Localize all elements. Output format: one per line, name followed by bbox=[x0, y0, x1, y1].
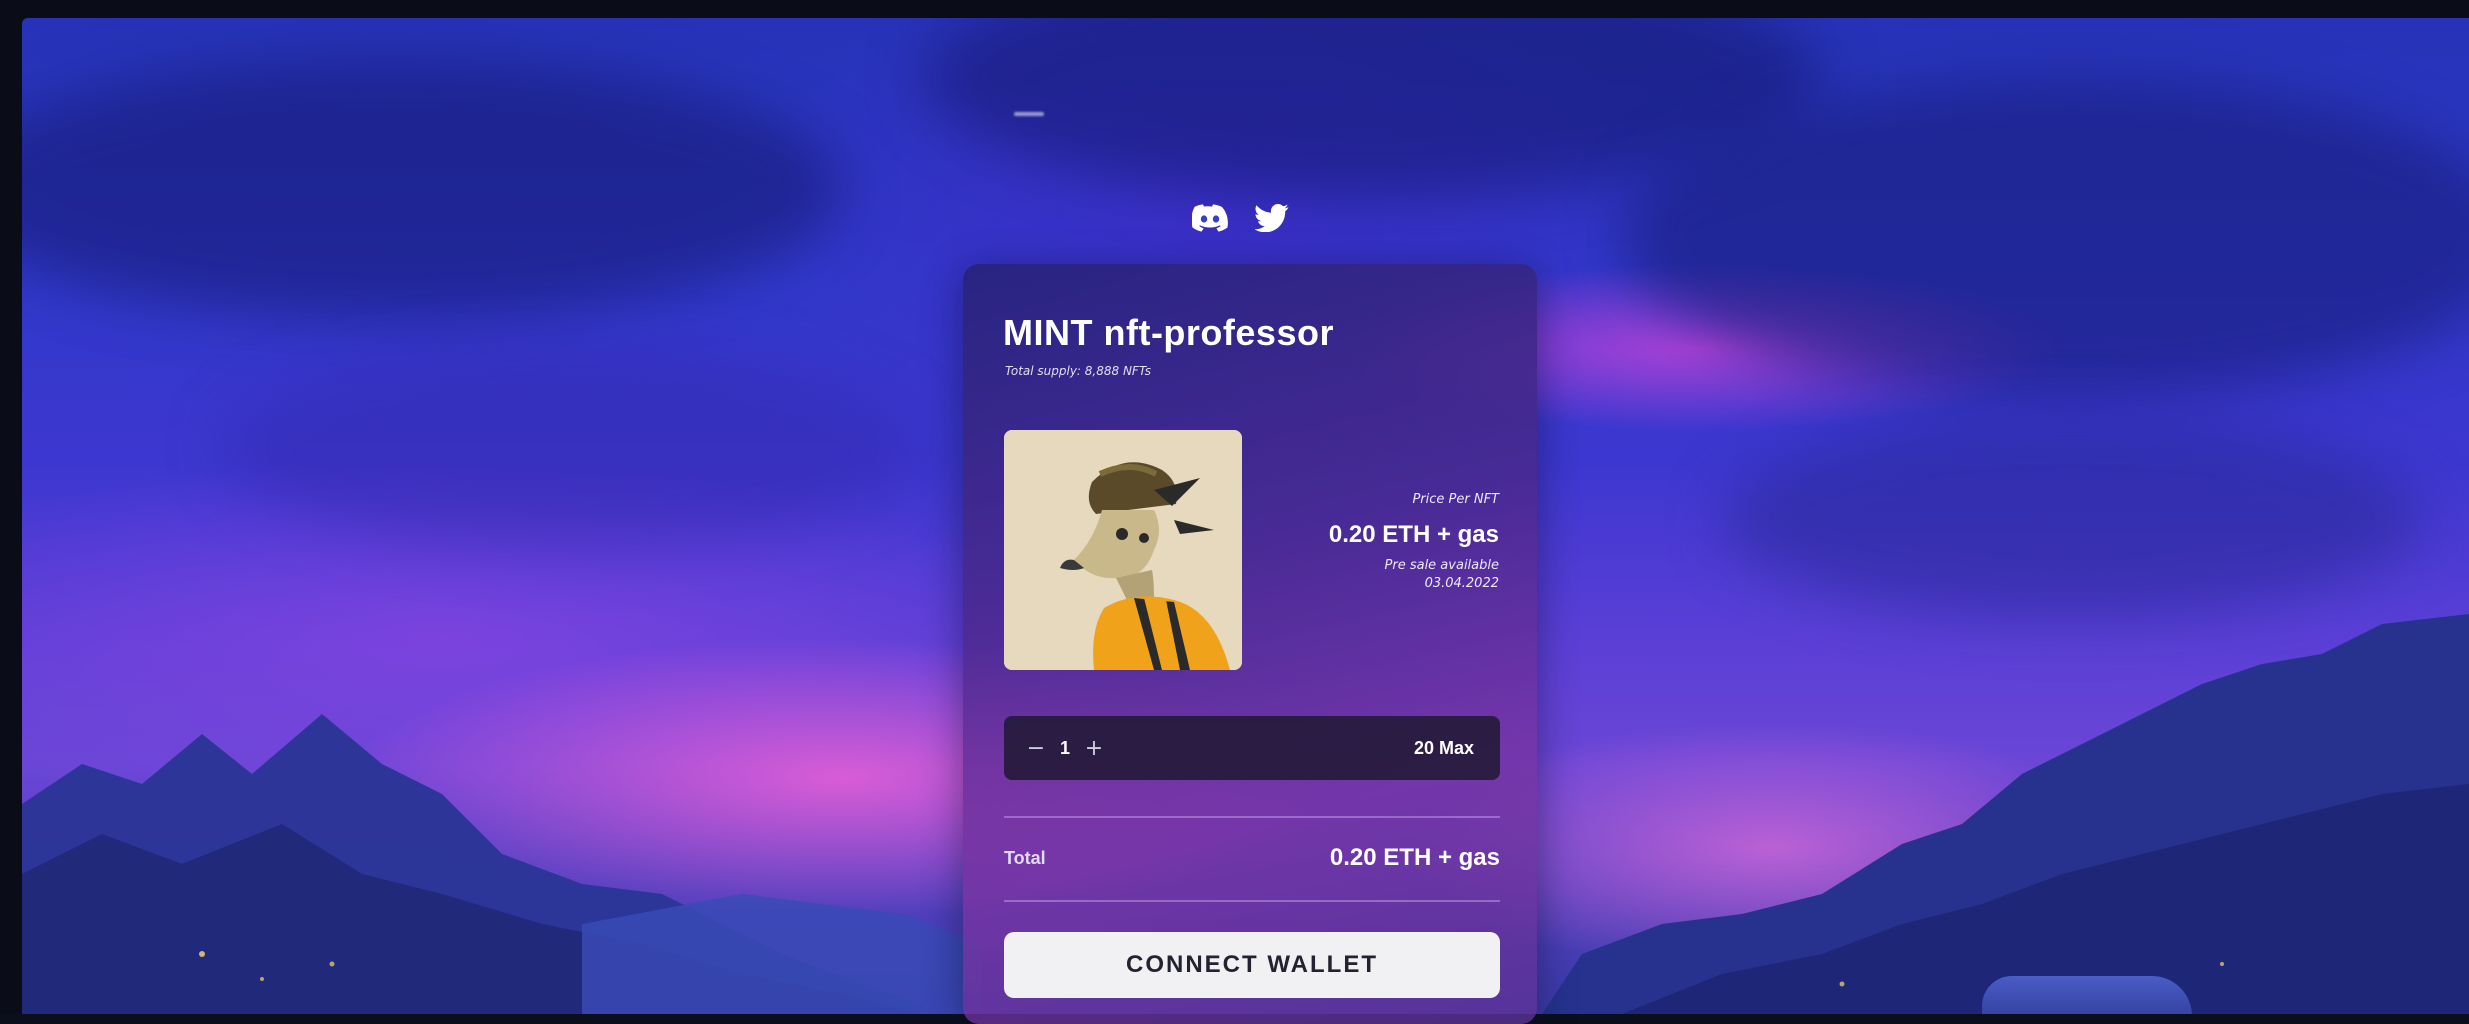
divider bbox=[1004, 900, 1500, 902]
nft-preview-image bbox=[1004, 430, 1242, 670]
total-label: Total bbox=[1004, 847, 1046, 868]
decorative-mark bbox=[1014, 112, 1044, 116]
discord-link[interactable] bbox=[1190, 200, 1230, 236]
max-button[interactable]: 20 Max bbox=[1414, 738, 1474, 759]
total-supply-text: Total supply: 8,888 NFTs bbox=[1005, 364, 1151, 378]
presale-date: 03.04.2022 bbox=[1424, 576, 1499, 591]
cloud bbox=[1622, 78, 2469, 398]
quantity-selector: − 1 + 20 Max bbox=[1004, 716, 1500, 780]
connect-wallet-button[interactable]: CONNECT WALLET bbox=[1004, 932, 1500, 998]
decrease-quantity-button[interactable]: − bbox=[1022, 734, 1050, 762]
discord-icon bbox=[1192, 204, 1228, 232]
twitter-link[interactable] bbox=[1252, 200, 1292, 236]
increase-quantity-button[interactable]: + bbox=[1080, 734, 1108, 762]
mint-title: MINT nft-professor bbox=[1003, 312, 1334, 353]
quantity-value[interactable]: 1 bbox=[1050, 738, 1080, 759]
cloud bbox=[222, 348, 922, 548]
price-per-nft-label: Price Per NFT bbox=[1412, 492, 1499, 507]
divider bbox=[1004, 816, 1500, 818]
price-value: 0.20 ETH + gas bbox=[1328, 521, 1499, 548]
nft-character-illustration bbox=[1004, 430, 1242, 670]
social-links bbox=[1190, 200, 1292, 236]
browser-frame: MINT nft-professor Total supply: 8,888 N… bbox=[0, 0, 2469, 1024]
mint-card: MINT nft-professor Total supply: 8,888 N… bbox=[963, 264, 1537, 1024]
presale-info: Pre sale available 03.04.2022 bbox=[1329, 557, 1499, 593]
price-info: Price Per NFT 0.20 ETH + gas Pre sale av… bbox=[1329, 492, 1499, 593]
rock bbox=[1982, 976, 2192, 1014]
cloud bbox=[22, 58, 842, 318]
twitter-icon bbox=[1255, 204, 1289, 232]
presale-text: Pre sale available bbox=[1384, 558, 1499, 573]
cloud bbox=[1722, 418, 2422, 618]
total-value: 0.20 ETH + gas bbox=[1329, 844, 1500, 871]
total-row: Total 0.20 ETH + gas bbox=[1004, 844, 1500, 872]
